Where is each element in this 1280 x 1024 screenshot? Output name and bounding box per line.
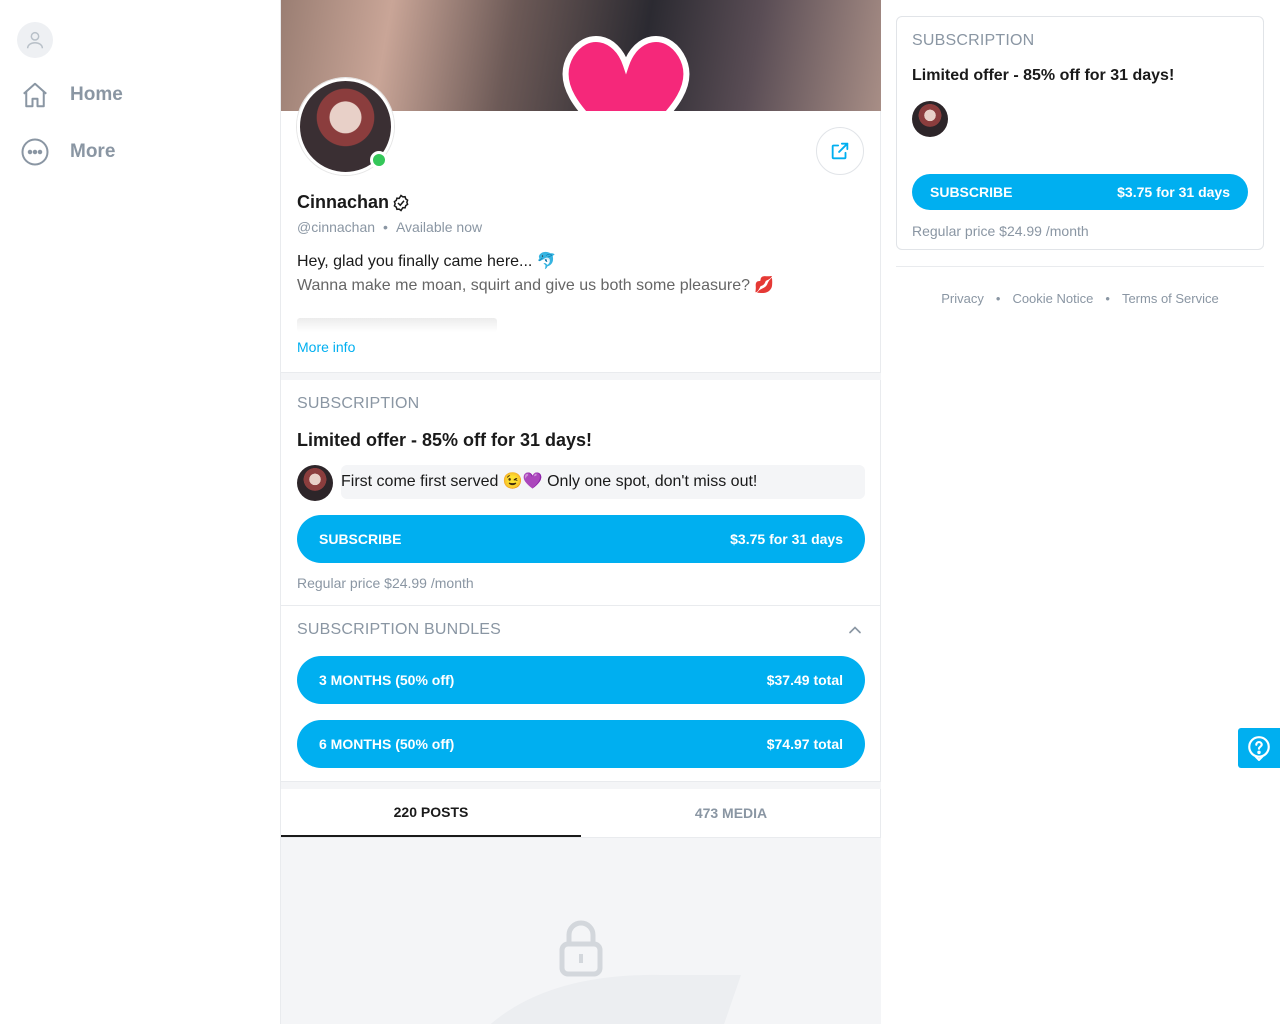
help-button[interactable] <box>1238 728 1280 768</box>
bio-line: Wanna make me moan, squirt and give us b… <box>297 277 775 294</box>
tab-posts[interactable]: 220 POSTS <box>281 789 581 837</box>
subscribe-button[interactable]: SUBSCRIBE $3.75 for 31 days <box>297 515 865 563</box>
bio-fade <box>297 318 497 332</box>
sidebar-item-home[interactable]: Home <box>20 80 123 110</box>
bundle-label: 3 MONTHS (50% off) <box>319 672 455 688</box>
user-avatar[interactable] <box>17 22 53 58</box>
message-bubble: First come first served 😉💜 Only one spot… <box>930 101 1248 161</box>
profile-handle: @cinnachan <box>297 219 376 235</box>
subscription-section: SUBSCRIPTION Limited offer - 85% off for… <box>297 395 865 591</box>
offer-message: First come first served 😉💜 Only one spot… <box>297 465 865 501</box>
availability-status: Available now <box>395 219 483 235</box>
subscribe-price: $3.75 for 31 days <box>1117 184 1230 200</box>
sidebar-item-more[interactable]: More <box>20 137 115 167</box>
regular-price: Regular price $24.99 /month <box>912 223 1089 239</box>
locked-content-area <box>281 838 881 1024</box>
sidebar-item-label: More <box>70 141 116 162</box>
subscribe-label: SUBSCRIBE <box>319 531 402 547</box>
section-title: SUBSCRIPTION BUNDLES <box>297 621 502 638</box>
section-title: SUBSCRIPTION <box>297 395 420 412</box>
terms-of-service-link[interactable]: Terms of Service <box>1122 291 1219 306</box>
message-avatar <box>297 465 333 501</box>
subscribe-label: SUBSCRIBE <box>930 184 1013 200</box>
privacy-link[interactable]: Privacy <box>941 291 984 306</box>
message-avatar <box>912 101 948 137</box>
footer-links: Privacy • Cookie Notice • Terms of Servi… <box>896 266 1264 306</box>
separator-dot: • <box>995 291 1001 306</box>
divider <box>281 372 881 380</box>
verified-icon <box>393 193 409 212</box>
tab-media[interactable]: 473 MEDIA <box>581 789 881 837</box>
share-button[interactable] <box>816 127 864 175</box>
regular-price: Regular price $24.99 /month <box>297 575 474 591</box>
section-title: SUBSCRIPTION <box>912 32 1035 49</box>
bio-line: Hey, glad you finally came here... 🐬 <box>297 253 557 270</box>
subscription-bundles-section: SUBSCRIPTION BUNDLES 3 MONTHS (50% off) … <box>281 605 881 768</box>
placeholder-shape <box>490 974 741 1024</box>
home-icon <box>23 82 47 108</box>
lock-icon <box>559 920 603 977</box>
bundles-header[interactable]: SUBSCRIPTION BUNDLES <box>281 606 881 640</box>
online-status-indicator <box>370 151 388 169</box>
profile-handle-row: @cinnachan • Available now <box>297 219 482 235</box>
subscribe-button[interactable]: SUBSCRIBE $3.75 for 31 days <box>912 174 1248 210</box>
divider <box>281 781 881 789</box>
offer-message: First come first served 😉💜 Only one spot… <box>912 101 1248 161</box>
profile-name-row: Cinnachan <box>297 192 410 213</box>
bundle-3-months-button[interactable]: 3 MONTHS (50% off) $37.49 total <box>297 656 865 704</box>
left-sidebar: Home More <box>0 0 280 1024</box>
bundle-price: $74.97 total <box>766 736 843 752</box>
more-info-link[interactable]: More info <box>297 339 355 355</box>
separator-dot: • <box>383 219 388 235</box>
cookie-notice-link[interactable]: Cookie Notice <box>1012 291 1093 306</box>
message-bubble: First come first served 😉💜 Only one spot… <box>341 465 865 499</box>
bundle-6-months-button[interactable]: 6 MONTHS (50% off) $74.97 total <box>297 720 865 768</box>
heart-icon <box>562 36 690 111</box>
right-subscription-card: SUBSCRIPTION Limited offer - 85% off for… <box>896 16 1264 250</box>
profile-name: Cinnachan <box>297 192 390 212</box>
chevron-up-icon[interactable] <box>845 620 865 640</box>
profile-bio: Hey, glad you finally came here... 🐬 Wan… <box>297 250 857 298</box>
offer-title: Limited offer - 85% off for 31 days! <box>297 430 593 450</box>
share-icon <box>831 142 849 160</box>
bundle-price: $37.49 total <box>766 672 843 688</box>
offer-title: Limited offer - 85% off for 31 days! <box>912 67 1175 84</box>
separator-dot: • <box>1105 291 1110 306</box>
main-column: Cinnachan @cinnachan • Available now Hey… <box>280 0 881 1024</box>
sidebar-item-label: Home <box>70 84 123 105</box>
bundle-label: 6 MONTHS (50% off) <box>319 736 455 752</box>
user-icon <box>26 31 44 49</box>
help-icon <box>1248 736 1270 761</box>
more-icon <box>21 138 49 166</box>
content-tabs: 220 POSTS 473 MEDIA <box>281 789 881 838</box>
page: Home More Cinnachan @cinnachan • Availab… <box>0 0 1280 1024</box>
subscribe-price: $3.75 for 31 days <box>730 531 843 547</box>
